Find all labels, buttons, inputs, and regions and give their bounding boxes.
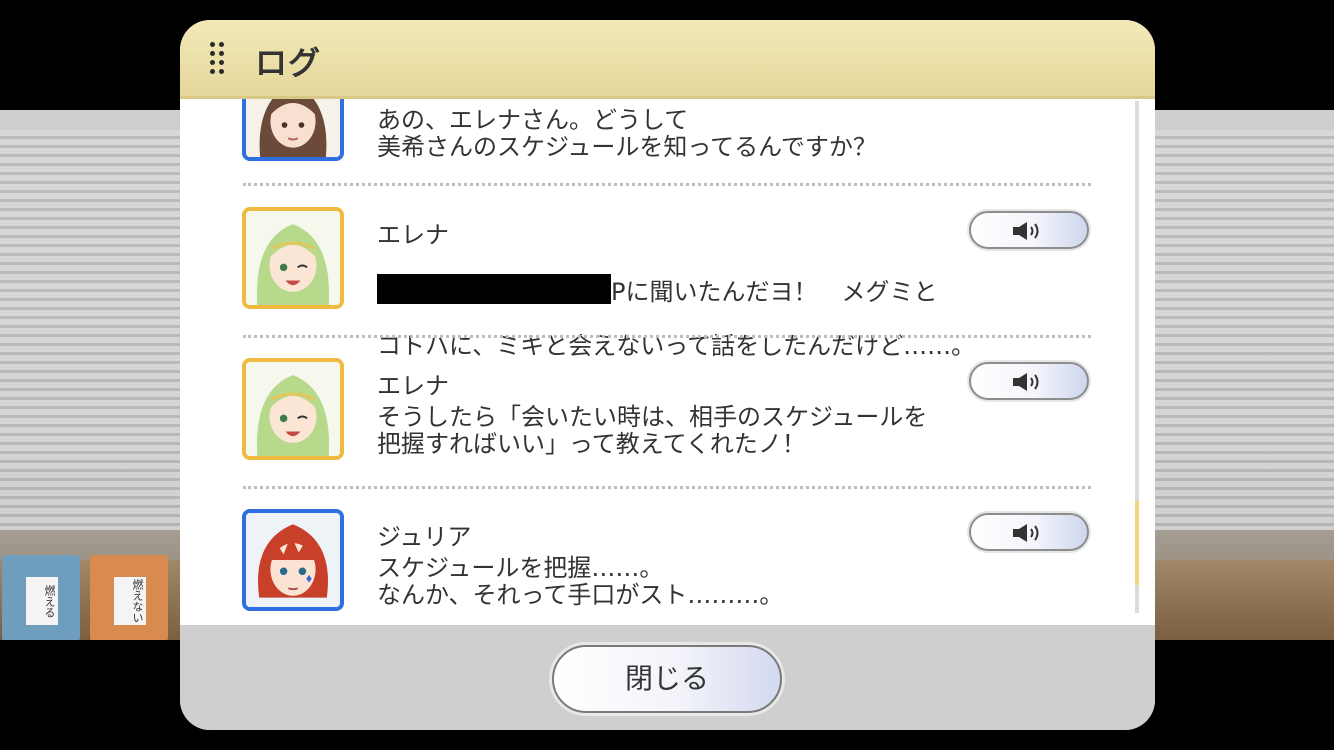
speaker-name: エレナ <box>377 221 449 249</box>
log-list[interactable]: あの、エレナさん。どうして 美希さんのスケジュールを知ってるんですか？ エレナ … <box>180 99 1155 625</box>
dialog-title: ログ <box>255 44 322 82</box>
log-message: あの、エレナさん。どうして 美希さんのスケジュールを知ってるんですか？ <box>377 106 877 161</box>
grip-icon[interactable] <box>210 42 226 76</box>
avatar-green-hair-girl <box>242 207 344 309</box>
portrait-icon <box>246 99 340 157</box>
portrait-icon <box>246 513 340 607</box>
avatar-green-hair-girl <box>242 358 344 460</box>
voice-play-button[interactable] <box>969 362 1089 400</box>
avatar-red-hair-girl <box>242 509 344 611</box>
log-message-line1: Pに聞いたんだヨ！ メグミと <box>611 278 938 306</box>
portrait-icon <box>246 362 340 456</box>
entry-divider <box>243 486 1091 489</box>
voice-play-button[interactable] <box>969 211 1089 249</box>
log-dialog: ログ あの、エレナさん。どうして 美希さんのスケジュールを知ってるんですか？ エ… <box>180 20 1155 730</box>
speaker-icon <box>1013 222 1039 240</box>
log-message: Pに聞いたんだヨ！ メグミと コトハに、ミキと会えないって話をしたんだけど……。 <box>377 247 1057 360</box>
speaker-icon <box>1013 373 1039 391</box>
log-message: そうしたら「会いたい時は、相手のスケジュールを 把握すればいい」って教えてくれた… <box>377 403 928 458</box>
game-scene: 燃える 燃えない ログ あの、エレナさん。どうして 美希さんのスケジュールを知っ… <box>0 0 1334 750</box>
avatar-brown-hair-girl <box>242 99 344 161</box>
dialog-header[interactable]: ログ <box>180 20 1155 99</box>
trash-bin-non-burnable: 燃えない <box>90 555 168 640</box>
bin-label-burnable: 燃える <box>26 577 58 625</box>
trash-bin-burnable: 燃える <box>2 555 80 640</box>
voice-play-button[interactable] <box>969 513 1089 551</box>
speaker-name: エレナ <box>377 372 449 400</box>
log-message: スケジュールを把握……。 なんか、それって手口がスト………。 <box>377 554 784 609</box>
bin-label-non-burnable: 燃えない <box>114 577 146 625</box>
entry-divider <box>243 183 1091 186</box>
scrollbar-thumb[interactable] <box>1135 501 1139 585</box>
entry-divider <box>243 335 1091 338</box>
close-button[interactable]: 閉じる <box>552 645 782 713</box>
redacted-text <box>377 274 611 304</box>
portrait-icon <box>246 211 340 305</box>
speaker-name: ジュリア <box>377 523 472 551</box>
dialog-footer: 閉じる <box>180 625 1155 730</box>
speaker-icon <box>1013 524 1039 542</box>
